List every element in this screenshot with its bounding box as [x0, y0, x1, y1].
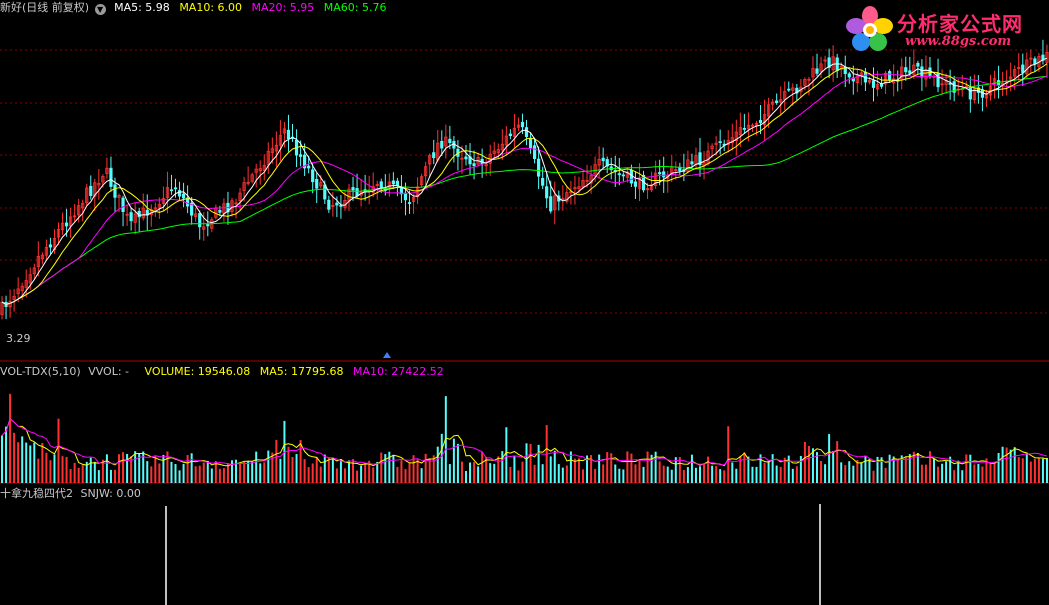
flower-logo-icon	[846, 6, 893, 51]
stock-title[interactable]: 新好(日线 前复权)	[0, 1, 89, 14]
ma20-value: MA20: 5.95	[251, 1, 315, 14]
candle-body	[177, 190, 182, 197]
candle-body	[920, 66, 924, 78]
candle-body	[537, 158, 541, 177]
candle-body	[871, 80, 876, 88]
indicator-header: 十拿九稳四代2 SNJW: 0.00	[0, 487, 147, 500]
volume-header: VOL-TDX(5,10) VVOL: - VOLUME: 19546.08 M…	[0, 365, 450, 378]
chevron-down-circle-icon[interactable]: ▼	[94, 4, 106, 15]
candle-body	[121, 197, 125, 213]
ma5-value: MA5: 5.98	[114, 1, 170, 14]
candle-body	[298, 154, 303, 157]
candle-body	[904, 67, 908, 73]
candle-body	[307, 165, 311, 169]
candle-body	[113, 184, 117, 198]
candle-body	[545, 186, 549, 199]
candle-body	[169, 189, 174, 192]
candle-body	[129, 212, 133, 222]
candle-body	[315, 179, 319, 189]
candle-body	[181, 193, 186, 199]
candle-body	[323, 184, 327, 200]
candle-body	[379, 181, 383, 188]
candle-body	[629, 170, 634, 184]
price-header: 新好(日线 前复权) ▼ MA5: 5.98 MA10: 6.00 MA20: …	[0, 1, 392, 15]
candle-body	[815, 68, 819, 74]
candle-body	[718, 141, 722, 144]
candle-body	[1021, 64, 1025, 73]
candle-body	[916, 62, 920, 67]
volume-ma5-value: MA5: 17795.68	[259, 365, 344, 378]
candle-body	[403, 192, 408, 201]
volume-pane[interactable]: VOL-TDX(5,10) VVOL: - VOLUME: 19546.08 M…	[0, 362, 1049, 484]
candle-body	[339, 204, 343, 207]
candle-body	[787, 88, 791, 91]
candle-body	[532, 145, 537, 159]
candle-body	[742, 128, 746, 130]
ma5-line	[1, 57, 1048, 305]
candle-body	[109, 167, 113, 187]
candle-body	[968, 87, 972, 100]
candle-body	[662, 171, 666, 178]
candle-body	[758, 119, 763, 124]
candle-body	[464, 156, 468, 160]
candle-body	[351, 187, 355, 191]
candle-body	[472, 163, 476, 167]
candle-body	[335, 202, 339, 206]
candle-body	[524, 127, 529, 138]
indicator-pane[interactable]: 十拿九稳四代2 SNJW: 0.00	[0, 484, 1049, 605]
logo-name: 分析家公式网	[897, 12, 1023, 36]
candle-body	[520, 121, 525, 128]
indicator-name[interactable]: 十拿九稳四代2	[0, 487, 73, 500]
candle-body	[888, 71, 892, 81]
candle-body	[541, 177, 545, 186]
candle-body	[432, 152, 436, 159]
candle-body	[847, 73, 851, 78]
candle-body	[327, 199, 331, 210]
candle-body	[391, 180, 395, 185]
candle-body	[908, 70, 912, 74]
volume-value: VOLUME: 19546.08	[144, 365, 251, 378]
candle-body	[395, 180, 400, 186]
ma60-line	[1, 75, 1048, 305]
candle-body	[658, 172, 662, 175]
candle-body	[621, 174, 625, 177]
ma10-line	[1, 63, 1048, 305]
price-pane[interactable]: 新好(日线 前复权) ▼ MA5: 5.98 MA10: 6.00 MA20: …	[0, 0, 1049, 362]
candle-body	[407, 202, 412, 204]
volume-indicator-name[interactable]: VOL-TDX(5,10)	[0, 365, 81, 378]
candle-body	[311, 169, 315, 183]
vvol-value: VVOL: -	[88, 365, 130, 378]
ma20-line	[1, 73, 1048, 305]
candle-body	[440, 140, 444, 149]
candle-body	[528, 138, 533, 148]
candle-body	[64, 222, 69, 227]
candle-body	[198, 213, 202, 228]
candle-body	[617, 173, 621, 176]
candle-body	[173, 187, 178, 190]
volume-chart[interactable]	[0, 362, 1049, 484]
candle-body	[48, 244, 53, 248]
candle-body	[549, 196, 553, 212]
candle-body	[690, 161, 694, 165]
candle-body	[936, 73, 940, 88]
candle-body	[601, 157, 605, 162]
volume-ma10-value: MA10: 27422.52	[352, 365, 444, 378]
triangle-up-icon[interactable]	[383, 352, 391, 358]
indicator-chart[interactable]	[0, 484, 1049, 605]
candle-body	[1033, 58, 1037, 65]
snjw-value: SNJW: 0.00	[80, 487, 141, 500]
ma60-value: MA60: 5.76	[323, 1, 387, 14]
ma10-value: MA10: 6.00	[179, 1, 243, 14]
candle-body	[448, 138, 452, 144]
candle-body	[355, 188, 359, 197]
candle-body	[775, 100, 779, 104]
price-low-label: 3.29	[6, 332, 31, 345]
candle-body	[89, 185, 93, 196]
logo-url[interactable]: www.88gs.com	[905, 34, 1011, 49]
candle-body	[508, 133, 512, 137]
candle-body	[286, 129, 291, 140]
site-logo: 分析家公式网 www.88gs.com	[845, 2, 1043, 58]
candle-body	[218, 210, 222, 213]
candle-body	[633, 181, 638, 187]
